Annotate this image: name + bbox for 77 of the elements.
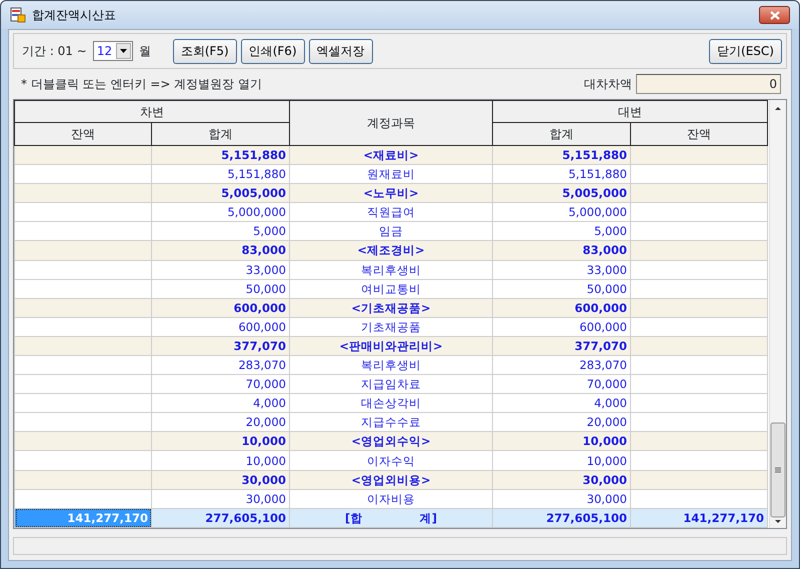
table-cell: 복리후생비 [290, 260, 492, 280]
table-cell: <노무비> [290, 184, 492, 203]
toolbar-button[interactable]: 조회(F5) [172, 38, 237, 64]
table-cell: 283,070 [152, 356, 290, 375]
table-cell: 50,000 [492, 279, 630, 298]
table-cell: 기초재공품 [290, 317, 492, 336]
toolbar-button[interactable]: 엑셀저장 [308, 38, 373, 64]
difference-field: 0 [636, 74, 781, 94]
close-button[interactable] [759, 6, 790, 24]
vertical-scrollbar[interactable] [769, 100, 786, 528]
table-cell: 70,000 [492, 374, 630, 394]
table-cell: 여비교통비 [290, 279, 492, 298]
table-cell: 4,000 [492, 394, 630, 413]
table-cell: 600,000 [492, 298, 630, 318]
column-group-header: 대변 [492, 100, 768, 123]
table-cell: 5,005,000 [152, 184, 290, 203]
table-cell: 이자비용 [290, 489, 492, 508]
window-title: 합계잔액시산표 [32, 7, 116, 24]
table-cell: 70,000 [152, 374, 290, 394]
hint-text: * 더블클릭 또는 엔터키 => 계정별원장 열기 [21, 76, 262, 93]
column-header: 합계 [492, 122, 630, 146]
column-header: 잔액 [630, 122, 768, 146]
close-window-button[interactable]: 닫기(ESC) [709, 38, 782, 64]
column-header: 합계 [152, 122, 290, 146]
table-cell: 4,000 [152, 394, 290, 413]
table-cell: <영업외수익> [290, 432, 492, 451]
table-cell: 30,000 [492, 489, 630, 508]
column-group-header: 차변 [14, 100, 290, 123]
table-cell: 30,000 [152, 489, 290, 508]
table-cell: 83,000 [492, 240, 630, 260]
table-cell: <영업외비용> [290, 470, 492, 490]
table-cell: 지급임차료 [290, 374, 492, 394]
table-cell: 283,070 [492, 356, 630, 375]
table-cell: <판매비와관리비> [290, 336, 492, 356]
table-cell: 5,005,000 [492, 184, 630, 203]
table-cell: 5,151,880 [492, 145, 630, 165]
table-cell: 141,277,170 [630, 508, 768, 528]
table-cell: 377,070 [152, 336, 290, 356]
table-cell: 10,000 [152, 432, 290, 451]
table-cell: 이자수익 [290, 450, 492, 470]
difference-label: 대차차액 [584, 76, 632, 93]
toolbar-button[interactable]: 인쇄(F6) [240, 38, 305, 64]
table-cell: 대손상각비 [290, 394, 492, 413]
table-cell: 30,000 [492, 470, 630, 490]
app-icon [10, 7, 26, 23]
table-cell: 141,277,170 [14, 508, 152, 528]
table-cell: 30,000 [152, 470, 290, 490]
total-label: 계] [420, 510, 437, 526]
table-cell: 복리후생비 [290, 356, 492, 375]
table-cell: 직원급여 [290, 202, 492, 222]
column-header: 잔액 [14, 122, 152, 146]
table-cell: 10,000 [492, 450, 630, 470]
close-icon [770, 10, 780, 20]
table-cell: <제조경비> [290, 240, 492, 260]
table-cell: 10,000 [492, 432, 630, 451]
table-cell: 600,000 [492, 317, 630, 336]
table-cell: 33,000 [152, 260, 290, 280]
table-cell: 377,070 [492, 336, 630, 356]
column-header: 계정과목 [290, 100, 492, 146]
table-cell: 277,605,100 [492, 508, 630, 528]
table-cell: 10,000 [152, 450, 290, 470]
total-label: [합 [345, 510, 362, 526]
table-cell: 600,000 [152, 298, 290, 318]
table-cell: 600,000 [152, 317, 290, 336]
table-cell: 33,000 [492, 260, 630, 280]
dropdown-arrow-icon [120, 49, 127, 53]
table-cell: 50,000 [152, 279, 290, 298]
table-cell: 5,000,000 [492, 202, 630, 222]
month-unit-label: 월 [138, 43, 151, 60]
table-cell: 5,151,880 [152, 145, 290, 165]
table-cell: 83,000 [152, 240, 290, 260]
table-cell: 277,605,100 [152, 508, 290, 528]
table-cell: 5,000,000 [152, 202, 290, 222]
table-cell: <기초재공품> [290, 298, 492, 318]
table-cell: <재료비> [290, 145, 492, 165]
month-dropdown[interactable]: 12 [92, 41, 133, 61]
period-label: 기간 : 01 ~ [22, 43, 87, 60]
